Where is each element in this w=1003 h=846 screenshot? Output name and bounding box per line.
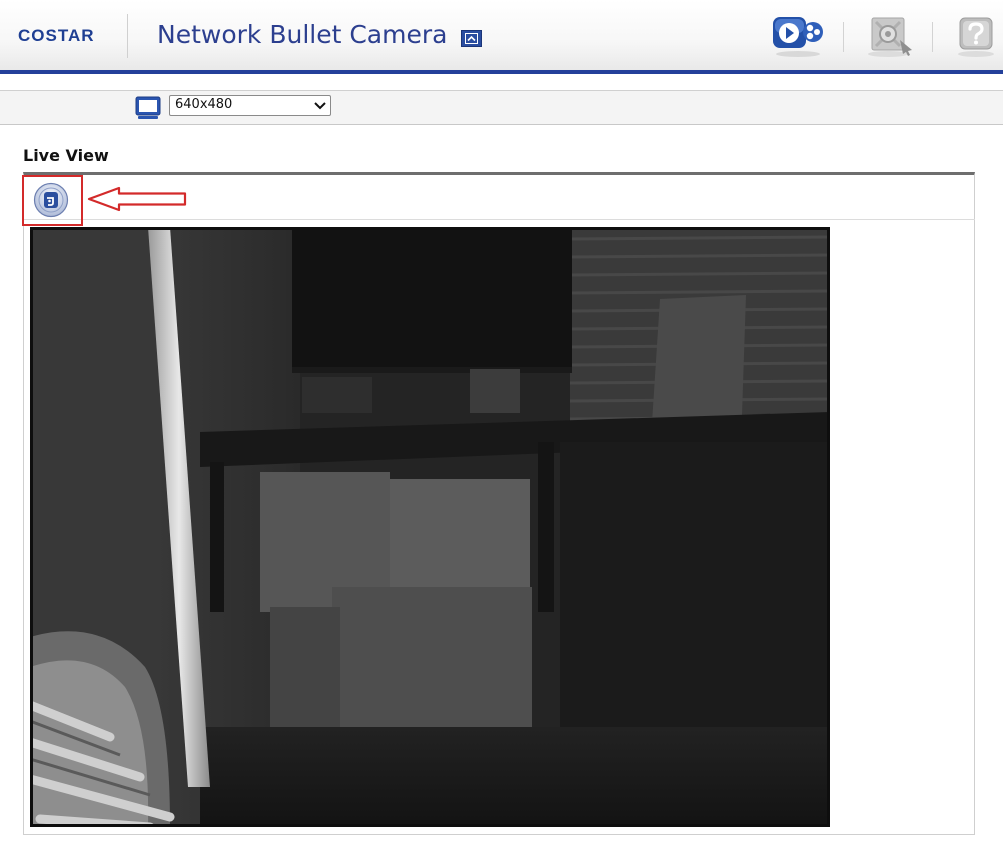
- resolution-value: 640x480: [175, 97, 233, 112]
- help-icon: [958, 17, 994, 57]
- app-header: COSTAR Network Bullet Camera: [0, 0, 1003, 70]
- setup-button[interactable]: [866, 14, 918, 58]
- live-view-heading: Live View: [23, 146, 109, 165]
- chevron-up-icon: [465, 33, 478, 44]
- logo-divider: [127, 14, 128, 58]
- setup-icon: [868, 17, 912, 57]
- brand-logo: COSTAR: [18, 26, 95, 45]
- chevron-down-icon: [314, 102, 326, 110]
- page-title: Network Bullet Camera: [157, 20, 448, 49]
- live-view-button[interactable]: [772, 14, 824, 58]
- collapse-header-button[interactable]: [461, 30, 482, 47]
- header-accent-bar: [0, 70, 1003, 74]
- panel-toolbar-divider: [23, 219, 975, 220]
- annotation-highlight-box: [22, 175, 83, 226]
- camera-scene-image: [30, 227, 830, 827]
- monitor-icon[interactable]: [135, 96, 161, 120]
- header-separator: [843, 22, 844, 52]
- header-separator: [932, 22, 933, 52]
- stream-toolbar: 640x480: [0, 90, 1003, 125]
- annotation-arrow-icon: [87, 186, 187, 212]
- live-view-icon: [773, 17, 823, 57]
- help-button[interactable]: [954, 14, 998, 58]
- camera-video-feed[interactable]: [30, 227, 830, 827]
- resolution-select[interactable]: 640x480: [169, 95, 331, 116]
